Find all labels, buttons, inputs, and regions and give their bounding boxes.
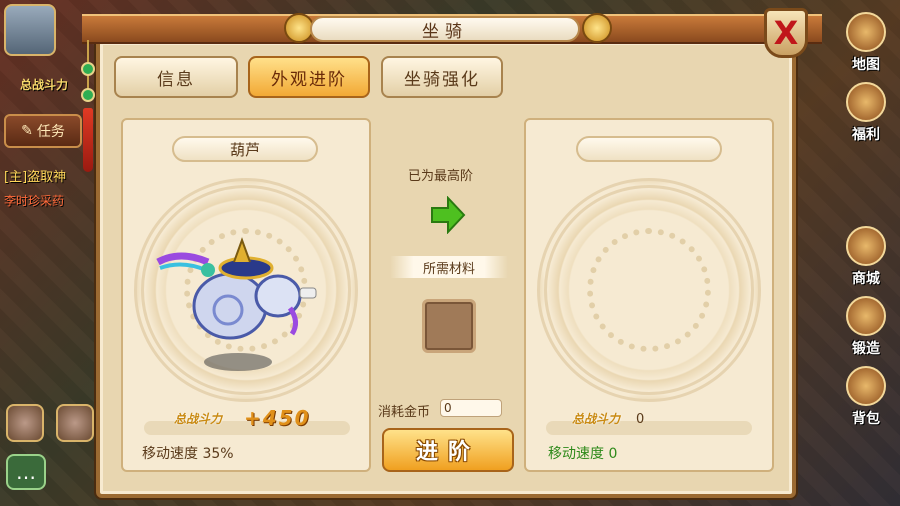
close-button[interactable]: X (764, 8, 808, 58)
shop-button[interactable]: 商城 (838, 218, 894, 288)
forge-label: 锻造 (852, 341, 880, 357)
welfare-icon (846, 82, 886, 122)
right-power-value: 0 (636, 412, 645, 427)
chat-icon[interactable]: … (6, 454, 46, 490)
window-title: 坐骑 (310, 16, 580, 42)
gold-cost-label: 消耗金币 (378, 405, 431, 420)
hud-power-label: 总战斗力 (20, 78, 69, 92)
left-power-label: 总战斗力 (174, 412, 223, 426)
left-move-speed: 移动速度 35% (142, 446, 234, 462)
current-mount-name: 葫芦 (172, 136, 318, 162)
map-label: 地图 (852, 57, 880, 73)
map-button[interactable]: 地图 (838, 4, 894, 74)
player-avatar[interactable] (4, 4, 56, 56)
title-ornament-right (582, 13, 612, 43)
tab-mount-enhance[interactable]: 坐骑强化 (381, 56, 503, 98)
tab-appearance-advance[interactable]: 外观进阶 (248, 56, 370, 98)
material-slot[interactable] (422, 299, 476, 353)
gold-cost-field: 0 (440, 399, 502, 417)
next-mount-name (576, 136, 722, 162)
right-medallion-decoration (537, 178, 761, 402)
gift-icon[interactable] (6, 404, 44, 442)
right-move-speed: 移动速度 0 (548, 446, 618, 462)
required-materials-label: 所需材料 (390, 256, 508, 278)
max-level-text: 已为最高阶 (408, 169, 474, 184)
task-button-label: 任务 (36, 124, 65, 140)
welfare-button[interactable]: 福利 (838, 74, 894, 144)
shop-label: 商城 (852, 271, 880, 287)
right-hud: 地图 福利 商城 锻造 背包 (798, 0, 900, 506)
left-power-value: +450 (244, 406, 311, 430)
chat-message-sub: 李时珍采药 (4, 194, 65, 208)
right-power-label: 总战斗力 (572, 412, 621, 426)
bag-icon (846, 366, 886, 406)
microphone-icon[interactable] (56, 404, 94, 442)
tab-info[interactable]: 信息 (114, 56, 238, 98)
welfare-label: 福利 (852, 127, 880, 143)
shop-icon (846, 226, 886, 266)
chat-message: [主]盗取神 (4, 170, 67, 185)
right-arrow-icon (431, 196, 466, 234)
task-button[interactable]: ✎ 任务 (4, 114, 82, 148)
task-icon: ✎ (21, 123, 33, 139)
forge-icon (846, 296, 886, 336)
jade-pendant-decoration (80, 40, 96, 172)
advance-button[interactable]: 进阶 (382, 428, 514, 472)
forge-button[interactable]: 锻造 (838, 288, 894, 358)
bag-label: 背包 (852, 411, 880, 427)
map-icon (846, 12, 886, 52)
gourd-mount-image (156, 237, 317, 371)
bag-button[interactable]: 背包 (838, 358, 894, 428)
